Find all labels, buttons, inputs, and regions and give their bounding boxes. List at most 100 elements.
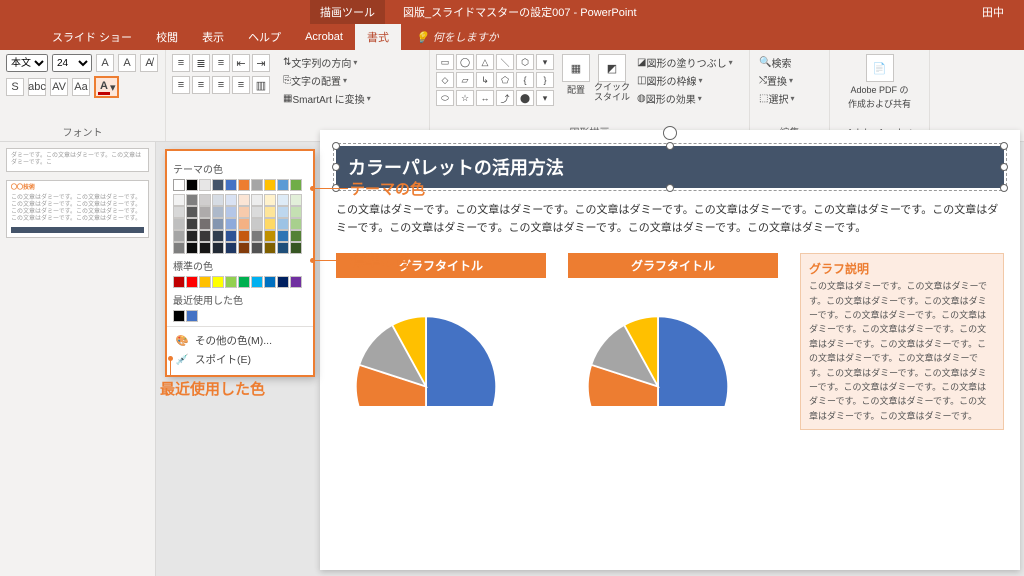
numbering-icon[interactable]: ≡ [212,54,230,72]
indent-inc-icon[interactable]: ⇥ [252,54,270,72]
color-swatch[interactable] [199,206,211,218]
color-swatch[interactable] [290,179,302,191]
color-swatch[interactable] [212,179,224,191]
find-button[interactable]: 🔍 検索 [756,54,823,71]
text-align-button[interactable]: ⎘ 文字の配置▾ [280,72,374,89]
color-swatch[interactable] [186,206,198,218]
color-swatch[interactable] [199,230,211,242]
color-swatch[interactable] [186,179,198,191]
color-swatch[interactable] [264,218,276,230]
change-case-icon[interactable]: Aa [72,78,90,96]
color-swatch[interactable] [173,218,185,230]
color-swatch[interactable] [277,276,289,288]
subscript-icon[interactable]: abc [28,78,46,96]
select-button[interactable]: ⬚ 選択▾ [756,90,823,107]
increase-font-icon[interactable]: A [96,54,114,72]
tab-view[interactable]: 表示 [190,24,236,50]
rotate-handle-icon[interactable] [663,126,677,140]
color-swatch[interactable] [225,206,237,218]
shape-fill-button[interactable]: ◪ 図形の塗りつぶし▾ [634,54,736,71]
tab-review[interactable]: 校閲 [144,24,190,50]
color-swatch[interactable] [199,179,211,191]
strike-icon[interactable]: S [6,78,24,96]
color-swatch[interactable] [173,242,185,254]
color-swatch[interactable] [238,230,250,242]
slide-body-text[interactable]: この文章はダミーです。この文章はダミーです。この文章はダミーです。この文章はダミ… [336,202,1004,237]
color-swatch[interactable] [173,206,185,218]
color-swatch[interactable] [290,242,302,254]
color-swatch[interactable] [238,218,250,230]
shapes-gallery[interactable]: ▭◯△＼⬡▾ ◇▱↳⬠{} ⬭☆↔⤴⬤▾ [436,54,554,107]
tell-me[interactable]: 💡 何をしますか [415,29,499,45]
font-size-select[interactable]: 24 [52,54,92,72]
chart-2[interactable]: グラフタイトル [568,253,778,430]
color-swatch[interactable] [251,206,263,218]
font-family-select[interactable]: 本文 [6,54,48,72]
color-swatch[interactable] [186,242,198,254]
color-swatch[interactable] [186,218,198,230]
color-swatch[interactable] [290,276,302,288]
color-swatch[interactable] [186,310,198,322]
color-swatch[interactable] [225,218,237,230]
quick-styles-button[interactable]: ◩ [598,54,626,82]
color-swatch[interactable] [277,230,289,242]
text-direction-button[interactable]: ⇅ 文字列の方向▾ [280,54,374,71]
color-swatch[interactable] [225,230,237,242]
color-swatch[interactable] [251,230,263,242]
color-swatch[interactable] [238,276,250,288]
color-swatch[interactable] [212,276,224,288]
char-spacing-icon[interactable]: AV [50,78,68,96]
color-swatch[interactable] [290,206,302,218]
color-swatch[interactable] [277,206,289,218]
align-c-icon[interactable]: ≡ [192,76,210,94]
color-swatch[interactable] [290,194,302,206]
color-swatch[interactable] [186,230,198,242]
color-swatch[interactable] [264,206,276,218]
color-swatch[interactable] [251,242,263,254]
color-swatch[interactable] [173,310,185,322]
font-color-button[interactable]: A▾ [94,76,119,98]
convert-smartart-button[interactable]: ▦ SmartArt に変換▾ [280,90,374,107]
color-swatch[interactable] [238,179,250,191]
tab-acrobat[interactable]: Acrobat [293,24,355,50]
color-swatch[interactable] [277,194,289,206]
align-j-icon[interactable]: ≡ [232,76,250,94]
color-swatch[interactable] [199,218,211,230]
color-swatch[interactable] [277,242,289,254]
align-l-icon[interactable]: ≡ [172,76,190,94]
color-swatch[interactable] [186,194,198,206]
arrange-button[interactable]: ▦ [562,54,590,82]
color-swatch[interactable] [251,194,263,206]
color-swatch[interactable] [225,242,237,254]
tab-slideshow[interactable]: スライド ショー [40,24,144,50]
columns-icon[interactable]: ▥ [252,76,270,94]
color-swatch[interactable] [251,218,263,230]
color-swatch[interactable] [238,242,250,254]
color-swatch[interactable] [212,194,224,206]
color-swatch[interactable] [225,194,237,206]
color-swatch[interactable] [238,194,250,206]
color-swatch[interactable] [264,276,276,288]
shape-effects-button[interactable]: ◍ 図形の効果▾ [634,90,736,107]
color-swatch[interactable] [173,179,185,191]
chart-description-box[interactable]: グラフ説明 この文章はダミーです。この文章はダミーです。この文章はダミーです。こ… [800,253,1004,430]
color-swatch[interactable] [173,276,185,288]
slide-thumb-2[interactable]: 〇〇技術 この文章はダミーです。この文章はダミーです。この文章はダミーです。この… [6,180,149,238]
color-swatch[interactable] [212,206,224,218]
color-swatch[interactable] [251,276,263,288]
color-swatch[interactable] [264,194,276,206]
color-swatch[interactable] [212,230,224,242]
indent-dec-icon[interactable]: ⇤ [232,54,250,72]
more-colors-item[interactable]: 🎨 その他の色(M)... [173,331,307,350]
color-swatch[interactable] [212,242,224,254]
color-swatch[interactable] [199,276,211,288]
clear-format-icon[interactable]: A̸ [140,54,158,72]
color-swatch[interactable] [238,206,250,218]
color-swatch[interactable] [264,242,276,254]
color-swatch[interactable] [199,242,211,254]
color-swatch[interactable] [186,276,198,288]
color-swatch[interactable] [199,194,211,206]
align-r-icon[interactable]: ≡ [212,76,230,94]
color-swatch[interactable] [290,230,302,242]
color-swatch[interactable] [277,179,289,191]
